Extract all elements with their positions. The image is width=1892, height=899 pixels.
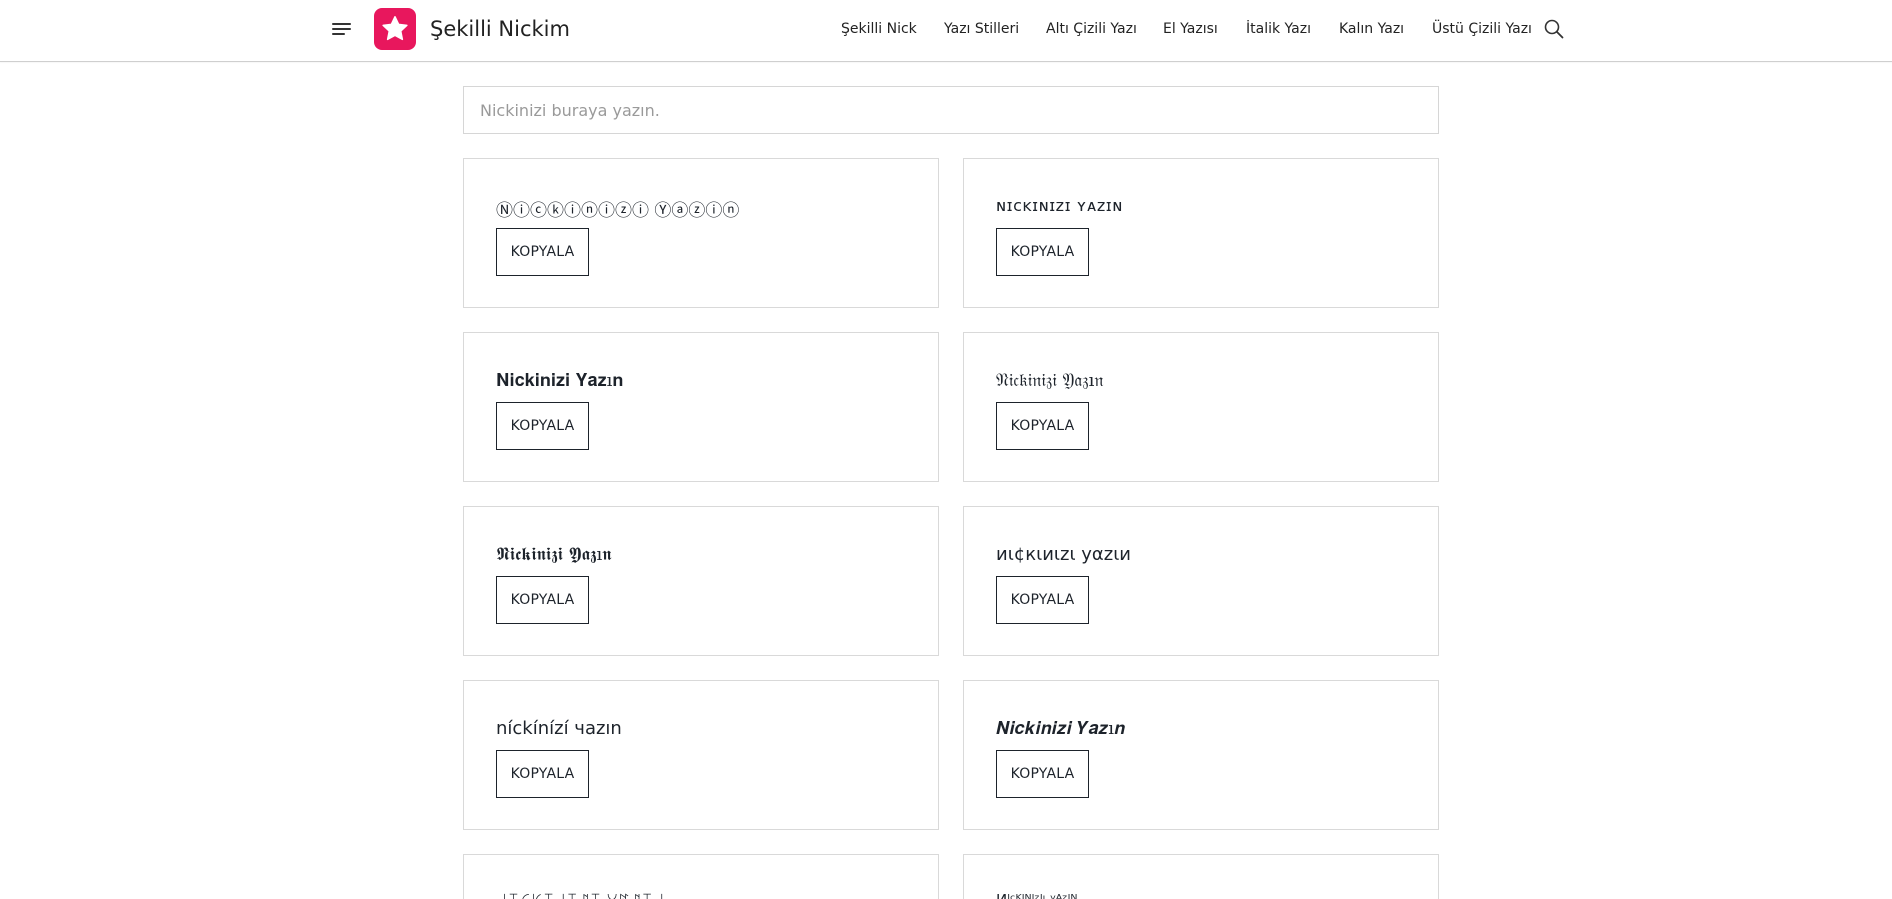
nav-alti-cizili-yazi[interactable]: Altı Çizili Yazı	[1046, 21, 1137, 37]
style-card: níckínízí чazın KOPYALA	[463, 680, 939, 830]
styled-text: 𝐍𝐢𝐜𝐤𝐢𝐧𝐢𝐳𝐢 𝐘𝐚𝐳ı𝐧	[496, 370, 624, 391]
copy-button[interactable]: KOPYALA	[996, 402, 1089, 450]
search-icon[interactable]	[1543, 18, 1565, 40]
copy-button[interactable]: KOPYALA	[496, 228, 589, 276]
nav-kalin-yazi[interactable]: Kalın Yazı	[1339, 21, 1404, 37]
styled-text: Ⓝⓘⓒⓚⓘⓝⓘⓩⓘ Ⓨⓐⓩⓘⓝ	[496, 201, 740, 221]
copy-button[interactable]: KOPYALA	[496, 576, 589, 624]
main-nav: Şekilli Nick Yazı Stilleri Altı Çizili Y…	[0, 21, 1892, 41]
copy-button[interactable]: KOPYALA	[996, 228, 1089, 276]
style-card: 𝕹𝖎𝖈𝖐𝖎𝖓𝖎𝖟𝖎 𝖄𝖆𝖟ı𝖓 KOPYALA	[463, 506, 939, 656]
styled-text: иι¢кιиιzι уαzιи	[996, 544, 1132, 565]
style-card: 𝑵𝒊𝒄𝒌𝒊𝒏𝒊𝒛𝒊 𝒀𝒂𝒛ı𝒏 KOPYALA	[963, 680, 1439, 830]
nav-sekilli-nick[interactable]: Şekilli Nick	[841, 21, 917, 37]
style-card: Ⓝⓘⓒⓚⓘⓝⓘⓩⓘ Ⓨⓐⓩⓘⓝ KOPYALA	[463, 158, 939, 308]
nav-el-yazisi[interactable]: El Yazısı	[1163, 21, 1218, 37]
nav-italik-yazi[interactable]: İtalik Yazı	[1246, 21, 1311, 37]
copy-button[interactable]: KOPYALA	[996, 750, 1089, 798]
style-card: иι¢кιиιzι уαzιи KOPYALA	[963, 506, 1439, 656]
nick-input[interactable]	[464, 87, 1438, 133]
top-header: Şekilli Nickim Şekilli Nick Yazı Stiller…	[0, 0, 1892, 62]
copy-button[interactable]: KOPYALA	[996, 576, 1089, 624]
style-card: Иᴵᶜᴷᴵᴺᴵᶻᴵᵎ ʸᴬᶻᴵᴺ	[963, 854, 1439, 899]
styled-text: ɴɪᴄᴋɪɴɪᴢɪ ʏᴀᴢɪɴ	[996, 196, 1123, 215]
nav-ustu-cizili-yazi[interactable]: Üstü Çizili Yazı	[1432, 21, 1532, 37]
styled-text: Иᴵᶜᴷᴵᴺᴵᶻᴵᵎ ʸᴬᶻᴵᴺ	[996, 891, 1078, 899]
style-card: 𝔑𝔦𝔠𝔨𝔦𝔫𝔦𝔷𝔦 𝔜𝔞𝔷ı𝔫 KOPYALA	[963, 332, 1439, 482]
copy-button[interactable]: KOPYALA	[496, 750, 589, 798]
styled-text: níckínízí чazın	[496, 718, 622, 739]
styled-text: 𝕹𝖎𝖈𝖐𝖎𝖓𝖎𝖟𝖎 𝖄𝖆𝖟ı𝖓	[496, 544, 612, 565]
styled-text: ꈤꀤꉔꀘꀤꈤꀤꁴꀤ ꌩꍏꁴꀤꈤ	[496, 891, 665, 899]
style-card: ꈤꀤꉔꀘꀤꈤꀤꁴꀤ ꌩꍏꁴꀤꈤ	[463, 854, 939, 899]
copy-button[interactable]: KOPYALA	[496, 402, 589, 450]
style-card: 𝐍𝐢𝐜𝐤𝐢𝐧𝐢𝐳𝐢 𝐘𝐚𝐳ı𝐧 KOPYALA	[463, 332, 939, 482]
styled-text: 𝔑𝔦𝔠𝔨𝔦𝔫𝔦𝔷𝔦 𝔜𝔞𝔷ı𝔫	[996, 370, 1104, 391]
nav-yazi-stilleri[interactable]: Yazı Stilleri	[944, 21, 1019, 37]
nick-input-wrapper	[463, 86, 1439, 134]
styled-text: 𝑵𝒊𝒄𝒌𝒊𝒏𝒊𝒛𝒊 𝒀𝒂𝒛ı𝒏	[996, 718, 1126, 739]
style-card: ɴɪᴄᴋɪɴɪᴢɪ ʏᴀᴢɪɴ KOPYALA	[963, 158, 1439, 308]
